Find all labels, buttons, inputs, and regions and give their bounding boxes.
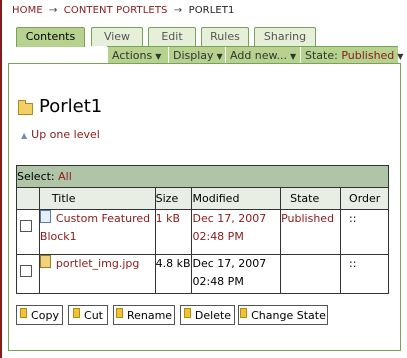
folder-icon [18,99,33,115]
select-row: Select: All [16,165,389,188]
row-order-handle[interactable]: :: [340,254,389,294]
content-area: Porlet1 ▲ Up one level Select: All Title … [8,63,401,351]
breadcrumb-content-portlets-link[interactable]: CONTENT PORTLETS [64,5,168,16]
breadcrumb-separator: → [49,5,58,16]
select-all-link[interactable]: All [58,170,72,183]
row-title-cell: portlet_img.jpg [38,254,156,294]
row-modified-date: Dec 17, 2007 [192,212,267,225]
breadcrumb-current: PORLET1 [188,5,235,16]
table-header-row: Title Size Modified State Order [16,187,389,210]
display-menu-label: Display [173,49,214,62]
row-state [280,254,342,294]
state-menu-value: Published [341,49,395,62]
actions-menu-label: Actions [112,49,153,62]
add-new-menu-label: Add new... [230,49,288,62]
breadcrumb: HOME → CONTENT PORTLETS → PORLET1 [12,5,234,16]
row-checkbox[interactable] [20,265,32,277]
header-size[interactable]: Size [154,187,193,210]
row-title-link[interactable]: portlet_img.jpg [56,257,139,270]
header-title[interactable]: Title [38,187,156,210]
cut-button-label: Cut [84,309,103,322]
tab-sharing[interactable]: Sharing [254,27,316,46]
breadcrumb-separator: → [173,5,183,16]
page-title: Porlet1 [18,96,102,117]
page-title-text: Porlet1 [39,96,103,117]
state-menu-label: State: [305,49,338,62]
add-new-menu[interactable]: Add new... ▼ [225,47,299,64]
tab-rules[interactable]: Rules [201,27,249,46]
copy-icon [20,308,28,318]
rename-button-label: Rename [126,309,173,322]
delete-button[interactable]: Delete [180,305,235,325]
row-modified: Dec 17, 2007 02:48 PM [191,254,282,294]
change-state-icon [240,308,248,318]
cut-icon [73,308,81,318]
delete-button-label: Delete [194,309,232,322]
arrow-up-icon: ▲ [21,131,28,140]
row-checkbox[interactable] [20,220,32,232]
chevron-down-icon: ▼ [290,52,297,61]
row-title-link[interactable]: Custom Featured Block1 [40,212,150,243]
row-checkbox-cell [16,254,40,294]
actions-menu[interactable]: Actions ▼ [107,47,167,64]
header-state[interactable]: State [280,187,342,210]
breadcrumb-home-link[interactable]: HOME [12,5,43,16]
cut-button[interactable]: Cut [68,305,108,325]
row-state: Published [280,209,342,255]
action-menu-bar: Actions ▼ Display ▼ Add new... ▼ State: Pub… [107,46,403,64]
table-row: Custom Featured Block1 1 kB Dec 17, 2007… [16,209,389,255]
header-modified[interactable]: Modified [191,187,282,210]
select-cell: Select: All [16,165,389,188]
header-order[interactable]: Order [340,187,389,210]
document-icon [39,210,51,223]
chevron-down-icon: ▼ [397,52,404,61]
change-state-button-label: Change State [251,309,326,322]
tab-contents[interactable]: Contents [16,27,85,47]
header-checkbox [16,187,40,210]
display-menu[interactable]: Display ▼ [168,47,224,64]
rename-icon [115,308,123,318]
contents-table: Select: All Title Size Modified State Or… [16,165,389,294]
row-order-handle[interactable]: :: [340,209,389,255]
chevron-down-icon: ▼ [155,52,162,61]
row-modified: Dec 17, 2007 02:48 PM [191,209,282,255]
row-size: 1 kB [154,209,193,255]
row-title-cell: Custom Featured Block1 [38,209,156,255]
table-row: portlet_img.jpg 4.8 kB Dec 17, 2007 02:4… [16,254,389,294]
image-icon [39,255,51,268]
up-one-level-label: Up one level [31,128,100,141]
delete-icon [183,308,191,318]
left-border [0,0,2,358]
up-one-level-link[interactable]: ▲ Up one level [21,128,100,141]
copy-button-label: Copy [31,309,59,322]
row-modified-time: 02:48 PM [192,275,244,288]
select-label: Select: [17,170,55,183]
change-state-button[interactable]: Change State [238,305,328,325]
rename-button[interactable]: Rename [113,305,175,325]
tab-view[interactable]: View [91,27,143,46]
state-menu[interactable]: State: Published ▼ [300,47,403,64]
tab-edit[interactable]: Edit [148,27,196,46]
row-modified-time: 02:48 PM [192,230,244,243]
copy-button[interactable]: Copy [16,305,63,325]
row-size: 4.8 kB [154,254,193,294]
row-checkbox-cell [16,209,40,255]
row-modified-date: Dec 17, 2007 [192,257,267,270]
chevron-down-icon: ▼ [216,52,223,61]
